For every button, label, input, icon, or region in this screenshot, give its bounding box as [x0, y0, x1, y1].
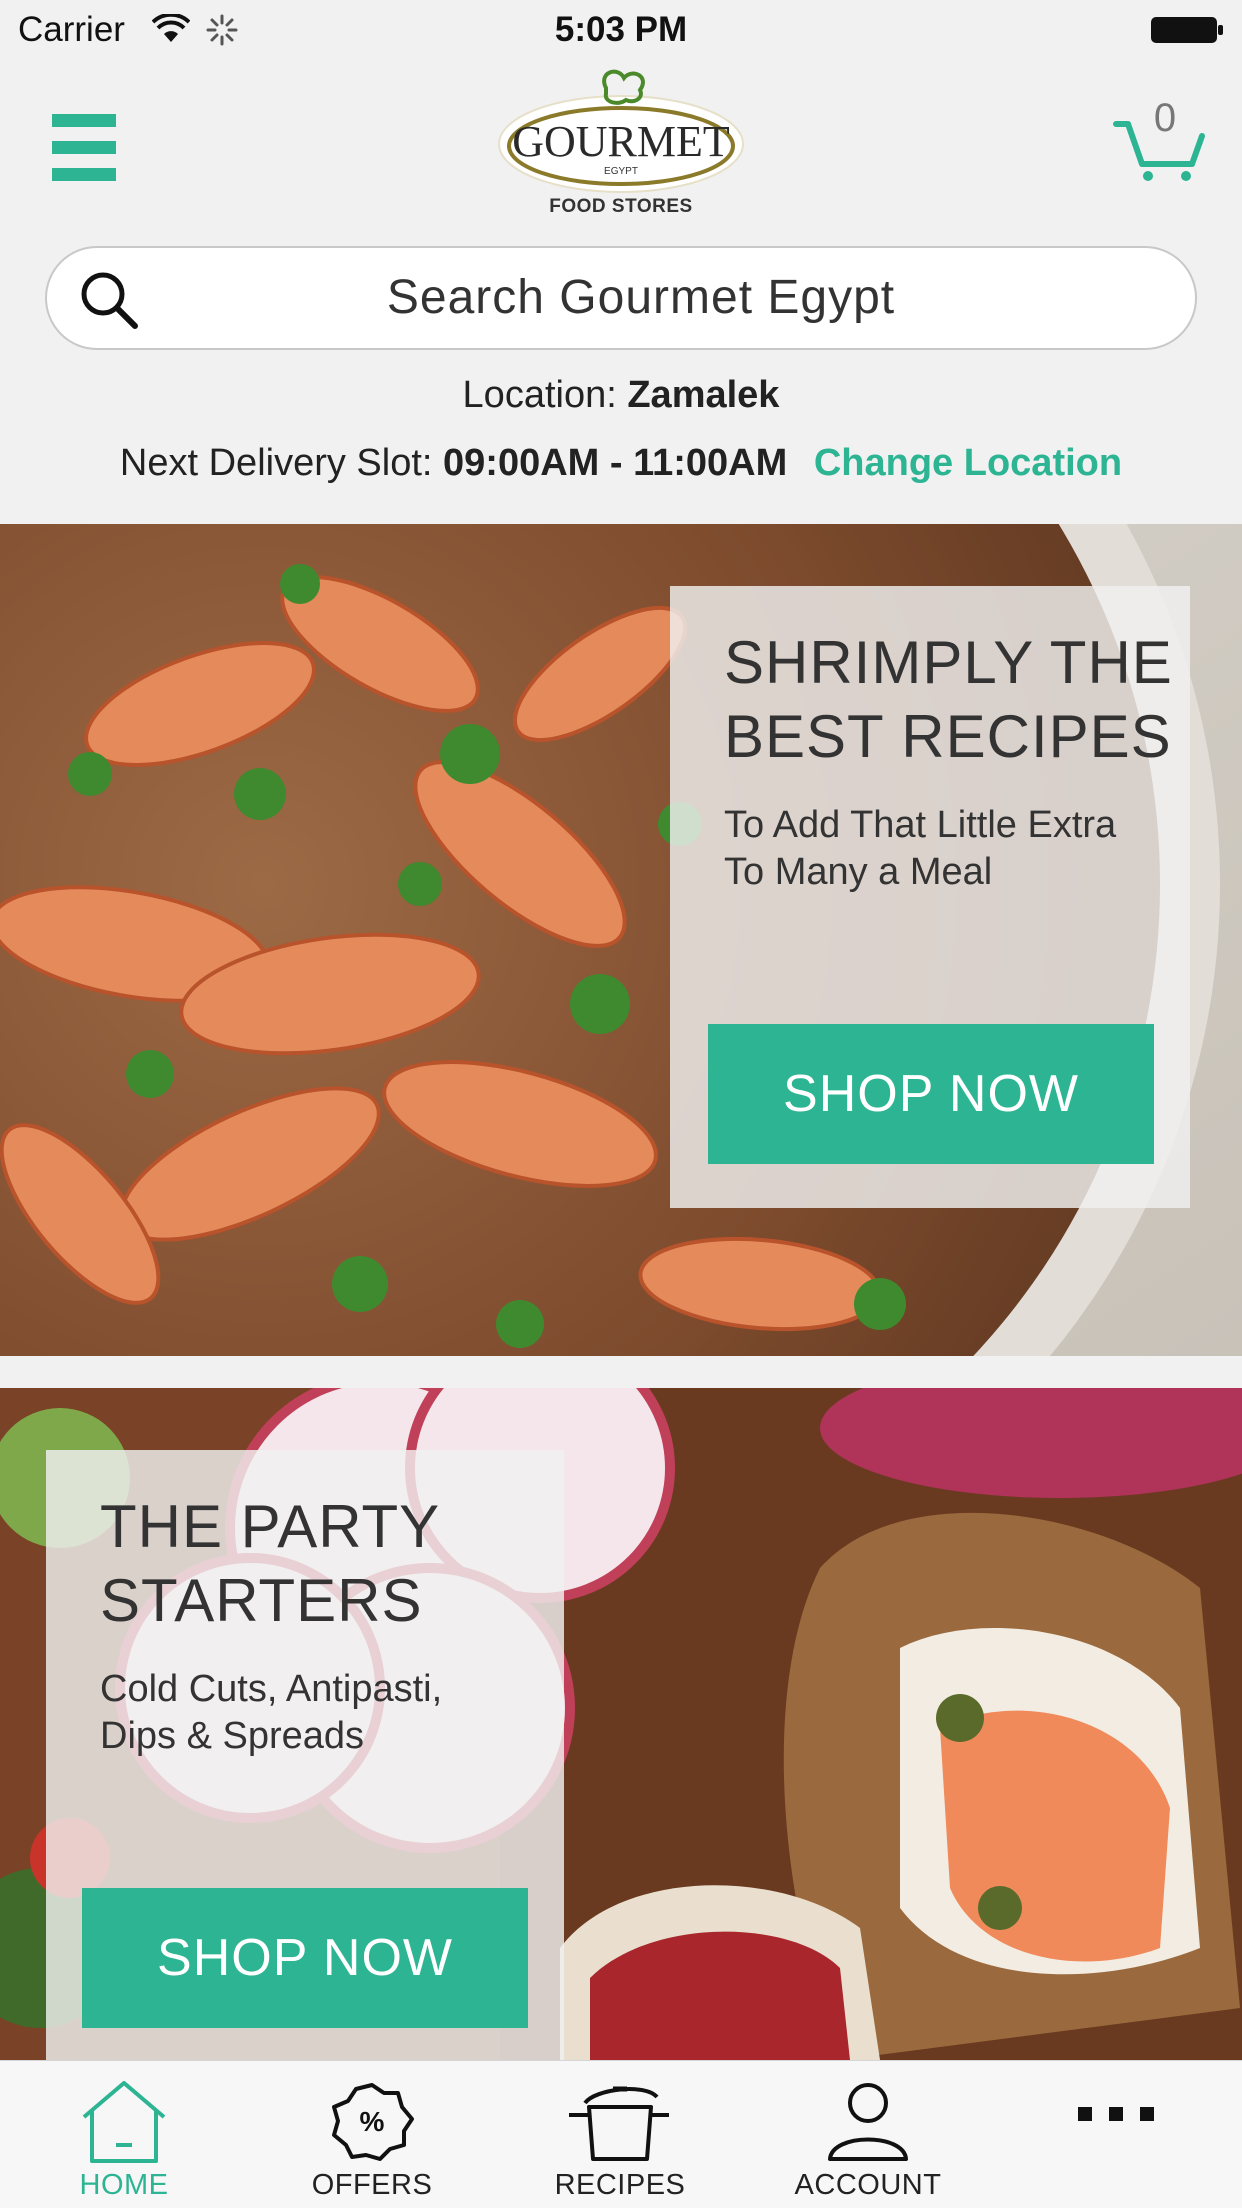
promo-subtitle: Cold Cuts, Antipasti, Dips & Spreads: [100, 1666, 540, 1760]
menu-bar-icon: [52, 141, 116, 154]
tab-label: HOME: [79, 2169, 169, 2201]
search-placeholder: Search Gourmet Egypt: [386, 271, 896, 324]
logo-emblem-icon: GOURMET EGYPT: [498, 69, 744, 193]
promo-title: SHRIMPLY THE BEST RECIPES: [724, 626, 1184, 774]
svg-text:%: %: [360, 2106, 385, 2137]
tab-home[interactable]: HOME: [0, 2061, 248, 2208]
delivery-slot-line: Next Delivery Slot: 09:00AM - 11:00AM Ch…: [0, 442, 1242, 485]
tab-label: ACCOUNT: [794, 2169, 942, 2201]
gourmet-logo[interactable]: GOURMET EGYPT FOOD STORES: [494, 68, 748, 228]
more-icon: [1078, 2107, 1154, 2121]
menu-button[interactable]: [52, 114, 116, 184]
user-icon: [828, 2083, 908, 2161]
tab-offers[interactable]: % OFFERS: [248, 2061, 496, 2208]
tab-more[interactable]: [992, 2061, 1240, 2208]
promo-subtitle-line: Dips & Spreads: [100, 1715, 365, 1757]
promo-subtitle: To Add That Little Extra To Many a Meal: [724, 802, 1184, 896]
promo-title-line: THE PARTY: [100, 1493, 441, 1560]
change-location-link[interactable]: Change Location: [814, 442, 1122, 484]
tab-label: RECIPES: [554, 2169, 686, 2201]
offers-icon: %: [332, 2083, 414, 2161]
promo-title-line: SHRIMPLY THE: [724, 629, 1173, 696]
promo-subtitle-line: Cold Cuts, Antipasti,: [100, 1668, 443, 1710]
tab-account[interactable]: ACCOUNT: [744, 2061, 992, 2208]
promo-title-line: STARTERS: [100, 1567, 423, 1634]
tab-label: OFFERS: [311, 2169, 433, 2201]
promo-subtitle-line: To Many a Meal: [724, 851, 993, 893]
cart-count-badge: 0: [1153, 96, 1177, 140]
status-bar: Carrier 5:03 PM: [0, 0, 1242, 60]
menu-bar-icon: [52, 114, 116, 127]
location-value: Zamalek: [627, 374, 780, 416]
delivery-slot-label: Next Delivery Slot:: [119, 442, 433, 484]
status-time: 5:03 PM: [554, 10, 688, 49]
promo-banner-shrimp[interactable]: SHRIMPLY THE BEST RECIPES To Add That Li…: [0, 524, 1242, 1356]
promo-title: THE PARTY STARTERS: [100, 1490, 540, 1638]
location-label: Location:: [462, 374, 617, 416]
shop-now-button[interactable]: SHOP NOW: [708, 1024, 1154, 1164]
promo-card: THE PARTY STARTERS Cold Cuts, Antipasti,…: [46, 1450, 564, 2060]
promo-title-line: BEST RECIPES: [724, 703, 1172, 770]
menu-bar-icon: [52, 168, 116, 181]
logo-tagline: FOOD STORES: [549, 196, 693, 217]
promo-banner-party-starters[interactable]: THE PARTY STARTERS Cold Cuts, Antipasti,…: [0, 1388, 1242, 2060]
bottom-tab-bar: HOME % OFFERS RECIPES ACCOUNT: [0, 2060, 1242, 2208]
battery-icon: [1151, 17, 1223, 43]
shop-now-button[interactable]: SHOP NOW: [82, 1888, 528, 2028]
logo-region-text: EGYPT: [604, 166, 638, 177]
promo-card: SHRIMPLY THE BEST RECIPES To Add That Li…: [670, 586, 1190, 1208]
pot-icon: [569, 2086, 669, 2161]
logo-brand-text: GOURMET: [512, 117, 730, 166]
delivery-slot-value: 09:00AM - 11:00AM: [443, 442, 788, 484]
promo-subtitle-line: To Add That Little Extra: [724, 804, 1117, 846]
tab-recipes[interactable]: RECIPES: [496, 2061, 744, 2208]
search-input[interactable]: Search Gourmet Egypt: [45, 246, 1197, 350]
home-icon: [82, 2081, 166, 2163]
location-line: Location: Zamalek: [0, 374, 1242, 417]
